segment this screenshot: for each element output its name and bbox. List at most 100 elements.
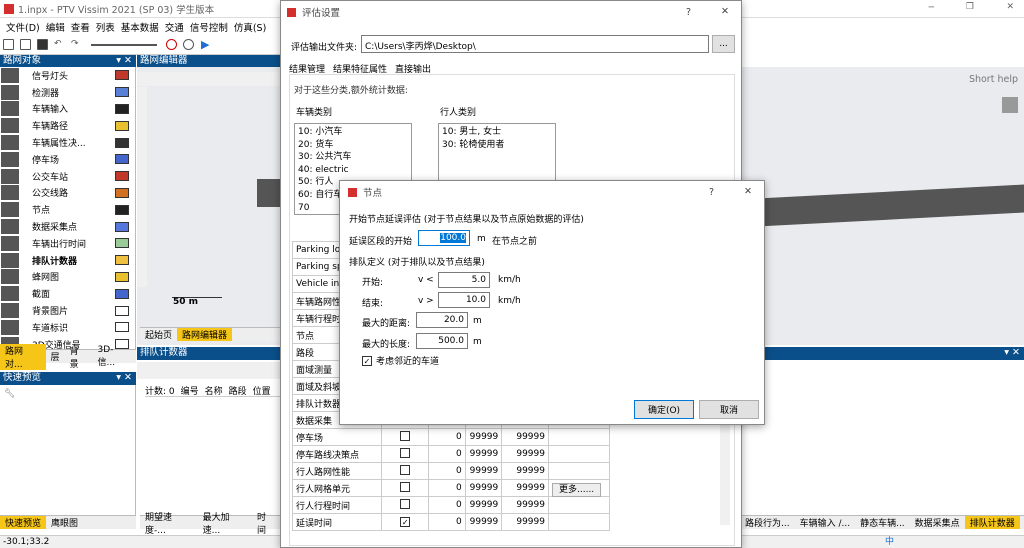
- checkbox-icon[interactable]: ✓: [362, 355, 372, 366]
- minimize-icon[interactable]: ─: [929, 3, 934, 13]
- network-object-item[interactable]: 公交车站: [0, 168, 135, 185]
- network-object-item[interactable]: 信号灯头: [0, 67, 135, 84]
- menu-item[interactable]: 信号控制: [190, 20, 228, 34]
- row-from-time[interactable]: 0: [428, 428, 466, 446]
- close-window-icon[interactable]: ✕: [1006, 2, 1014, 12]
- open-folder-icon[interactable]: [20, 39, 31, 50]
- vehicle-class-item[interactable]: 40: electric: [298, 164, 408, 177]
- row-collect-cell[interactable]: [381, 428, 430, 446]
- vehicle-class-item[interactable]: 20: 货车: [298, 139, 408, 152]
- tab[interactable]: 最大加速...: [198, 510, 252, 536]
- checkbox-icon[interactable]: [400, 498, 411, 509]
- menu-item[interactable]: 基本数据: [121, 20, 159, 34]
- object-color-swatch[interactable]: [115, 255, 129, 266]
- network-editor-canvas[interactable]: 50 m: [137, 67, 280, 345]
- ok-button[interactable]: 确定(O): [634, 400, 694, 419]
- row-from-time[interactable]: 0: [428, 462, 466, 480]
- max-distance-input[interactable]: 20.0: [416, 312, 468, 328]
- signal-head-icon[interactable]: [1002, 97, 1018, 113]
- ped-class-item[interactable]: 10: 男士, 女士: [442, 126, 552, 139]
- object-color-swatch[interactable]: [115, 70, 129, 81]
- network-object-item[interactable]: 停车场: [0, 151, 135, 168]
- save-icon[interactable]: [37, 39, 48, 50]
- network-object-item[interactable]: 节点: [0, 201, 135, 218]
- object-color-swatch[interactable]: [115, 154, 129, 165]
- row-interval[interactable]: 99999: [501, 479, 549, 497]
- pin-icon[interactable]: ▾ ✕: [116, 55, 132, 67]
- row-collect-cell[interactable]: [381, 445, 430, 463]
- tab[interactable]: 路段行为...: [740, 516, 795, 529]
- tab[interactable]: 背景: [65, 344, 93, 370]
- network-object-item[interactable]: 截面: [0, 285, 135, 302]
- speed-slider[interactable]: [91, 43, 157, 46]
- row-to-time[interactable]: 99999: [464, 445, 503, 463]
- checkbox-icon[interactable]: [400, 481, 411, 492]
- tab[interactable]: 结果管理: [289, 62, 325, 75]
- row-to-time[interactable]: 99999: [464, 462, 503, 480]
- row-interval[interactable]: 99999: [501, 428, 549, 446]
- tab[interactable]: 时间: [252, 510, 280, 536]
- more-button[interactable]: 更多......: [552, 482, 602, 497]
- play-icon[interactable]: ▶: [201, 38, 209, 51]
- max-length-input[interactable]: 500.0: [416, 333, 468, 349]
- vehicle-class-item[interactable]: 10: 小汽车: [298, 126, 408, 139]
- network-object-item[interactable]: 车道标识: [0, 319, 135, 336]
- vehicle-class-item[interactable]: 30: 公共汽车: [298, 151, 408, 164]
- wrench-icon[interactable]: 🔧︎: [4, 389, 15, 399]
- adjacent-lanes-checkbox[interactable]: ✓ 考虑邻近的车道: [362, 354, 439, 367]
- menu-item[interactable]: 编辑: [46, 20, 65, 34]
- object-color-swatch[interactable]: [115, 120, 129, 131]
- network-object-item[interactable]: 公交线路: [0, 185, 135, 202]
- begin-speed-input[interactable]: 5.0: [438, 272, 490, 288]
- network-object-item[interactable]: 背景图片: [0, 302, 135, 319]
- network-object-item[interactable]: 数据采集点: [0, 218, 135, 235]
- link-segment[interactable]: [257, 179, 280, 207]
- object-color-swatch[interactable]: [115, 204, 129, 215]
- tab[interactable]: 静态车辆...: [855, 516, 910, 529]
- tab[interactable]: 路网编辑器: [177, 328, 233, 341]
- pin-icon[interactable]: ▾ ✕: [1004, 347, 1020, 359]
- row-to-time[interactable]: 99999: [464, 496, 503, 514]
- tab[interactable]: 3D-信...: [93, 345, 136, 368]
- network-object-item[interactable]: 车辆属性决...: [0, 134, 135, 151]
- menu-item[interactable]: 查看: [71, 20, 90, 34]
- tab[interactable]: 层: [46, 350, 65, 363]
- redo-icon[interactable]: ↷: [71, 39, 82, 50]
- object-color-swatch[interactable]: [115, 187, 129, 198]
- object-color-swatch[interactable]: [115, 221, 129, 232]
- speed-gauge-icon[interactable]: [166, 39, 177, 50]
- row-collect-cell[interactable]: [381, 496, 430, 514]
- row-to-time[interactable]: 99999: [464, 479, 503, 497]
- tab[interactable]: 数据采集点: [910, 516, 965, 529]
- network-object-item[interactable]: 车辆输入: [0, 101, 135, 118]
- row-from-time[interactable]: 0: [428, 496, 466, 514]
- row-to-time[interactable]: 99999: [464, 428, 503, 446]
- tab[interactable]: 直接输出: [395, 62, 431, 75]
- network-object-item[interactable]: 车辆出行时间: [0, 235, 135, 252]
- menu-item[interactable]: 文件(D): [6, 20, 40, 34]
- close-icon[interactable]: ✕: [721, 6, 729, 17]
- help-button[interactable]: ?: [686, 7, 691, 18]
- row-from-time[interactable]: 0: [428, 513, 466, 531]
- checkbox-icon[interactable]: [400, 430, 411, 441]
- cancel-button[interactable]: 取消: [699, 400, 759, 419]
- column-header[interactable]: 计数: 0: [145, 384, 175, 397]
- tab[interactable]: 路网对...: [0, 343, 46, 370]
- network-editor-canvas-right[interactable]: Short help: [740, 67, 1024, 345]
- new-file-icon[interactable]: [3, 39, 14, 50]
- end-speed-input[interactable]: 10.0: [438, 292, 490, 308]
- row-interval[interactable]: 99999: [501, 513, 549, 531]
- object-color-swatch[interactable]: [115, 87, 129, 98]
- row-collect-cell[interactable]: ✓: [381, 513, 430, 531]
- output-folder-input[interactable]: C:\Users\李丙烨\Desktop\: [361, 35, 709, 53]
- tab[interactable]: 车辆输入 /...: [795, 516, 855, 529]
- row-to-time[interactable]: 99999: [464, 513, 503, 531]
- column-header[interactable]: 位置: [253, 384, 271, 397]
- tab[interactable]: 排队计数器: [964, 516, 1020, 529]
- pin-icon[interactable]: ▾ ✕: [116, 372, 132, 384]
- ime-indicator[interactable]: 中: [885, 536, 894, 548]
- object-color-swatch[interactable]: [115, 288, 129, 299]
- maximize-icon[interactable]: ❐: [966, 2, 974, 12]
- object-color-swatch[interactable]: [115, 238, 129, 249]
- row-from-time[interactable]: 0: [428, 479, 466, 497]
